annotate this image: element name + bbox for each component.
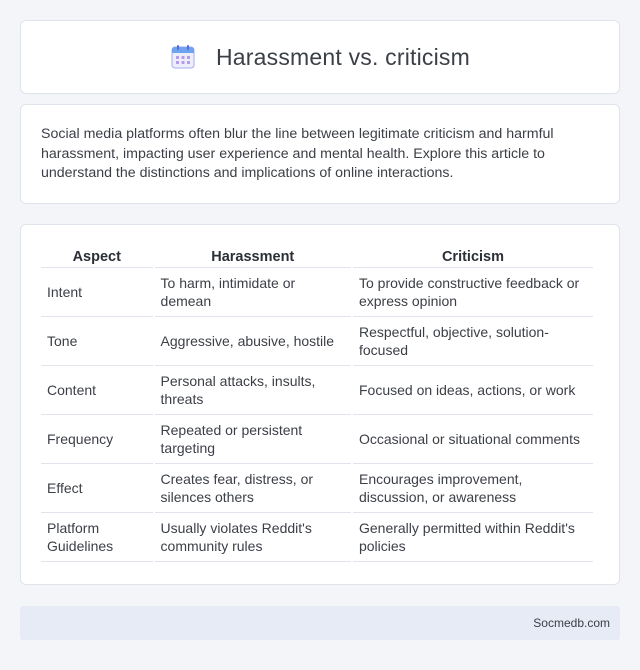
table-row: Platform Guidelines Usually violates Red…	[41, 513, 593, 562]
column-header-harassment: Harassment	[154, 243, 351, 268]
intro-card: Social media platforms often blur the li…	[20, 104, 620, 204]
column-header-aspect: Aspect	[41, 243, 153, 268]
table-row: Tone Aggressive, abusive, hostile Respec…	[41, 317, 593, 366]
column-header-criticism: Criticism	[352, 243, 593, 268]
row-criticism-cell: Occasional or situational comments	[352, 415, 593, 464]
footer-bar: Socmedb.com	[20, 606, 620, 640]
row-aspect-cell: Tone	[41, 317, 153, 366]
row-aspect-cell: Content	[41, 366, 153, 415]
table-row: Content Personal attacks, insults, threa…	[41, 366, 593, 415]
row-aspect-cell: Frequency	[41, 415, 153, 464]
row-harassment-cell: Repeated or persistent targeting	[154, 415, 351, 464]
row-criticism-cell: Focused on ideas, actions, or work	[352, 366, 593, 415]
table-header-row: Aspect Harassment Criticism	[41, 243, 593, 268]
calendar-icon	[170, 44, 196, 70]
comparison-table: Aspect Harassment Criticism Intent To ha…	[39, 243, 595, 562]
table-row: Effect Creates fear, distress, or silenc…	[41, 464, 593, 513]
row-aspect-cell: Effect	[41, 464, 153, 513]
comparison-table-card: Aspect Harassment Criticism Intent To ha…	[20, 224, 620, 585]
row-harassment-cell: Usually violates Reddit's community rule…	[154, 513, 351, 562]
page-title: Harassment vs. criticism	[216, 43, 470, 70]
row-aspect-cell: Platform Guidelines	[41, 513, 153, 562]
table-row: Intent To harm, intimidate or demean To …	[41, 268, 593, 317]
footer-site-link[interactable]: Socmedb.com	[533, 616, 610, 630]
table-row: Frequency Repeated or persistent targeti…	[41, 415, 593, 464]
row-criticism-cell: Respectful, objective, solution-focused	[352, 317, 593, 366]
page: Harassment vs. criticism Social media pl…	[0, 0, 640, 670]
row-harassment-cell: Aggressive, abusive, hostile	[154, 317, 351, 366]
row-aspect-cell: Intent	[41, 268, 153, 317]
row-harassment-cell: To harm, intimidate or demean	[154, 268, 351, 317]
row-criticism-cell: Encourages improvement, discussion, or a…	[352, 464, 593, 513]
intro-paragraph: Social media platforms often blur the li…	[41, 126, 554, 181]
row-harassment-cell: Personal attacks, insults, threats	[154, 366, 351, 415]
row-criticism-cell: To provide constructive feedback or expr…	[352, 268, 593, 317]
row-criticism-cell: Generally permitted within Reddit's poli…	[352, 513, 593, 562]
row-harassment-cell: Creates fear, distress, or silences othe…	[154, 464, 351, 513]
title-card: Harassment vs. criticism	[20, 20, 620, 94]
